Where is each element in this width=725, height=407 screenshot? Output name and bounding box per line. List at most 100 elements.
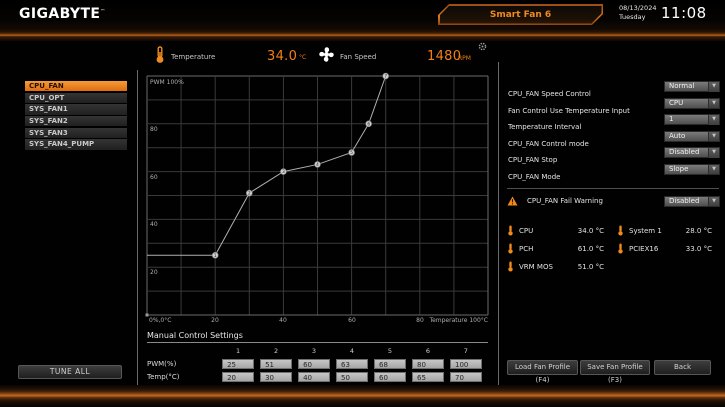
temp-label: PCIEX16: [629, 245, 658, 253]
save-fan-profile-button[interactable]: Save Fan Profile (F3): [580, 360, 650, 375]
fan-settings-panel: CPU_FAN Speed Control Normal ▼ Fan Contr…: [508, 81, 720, 181]
warning-icon: [507, 196, 518, 206]
temp-label: System 1: [629, 227, 662, 235]
temp-readout-pciex16: PCIEX16 33.0 °C: [617, 243, 712, 254]
chevron-down-icon[interactable]: ▼: [708, 165, 719, 175]
temp-cell-5[interactable]: 60: [374, 372, 406, 382]
setting-temp-interval: Temperature Interval 1 ▼: [508, 114, 720, 125]
sidebar-item-sys-fan3[interactable]: SYS_FAN3: [25, 128, 127, 138]
y-tick-20: 20: [150, 269, 158, 276]
column-header-4: 4: [336, 347, 368, 355]
temp-row-label: Temp(°C): [147, 373, 222, 381]
setting-fail-warning: CPU_FAN Fail Warning Disabled ▼: [507, 195, 720, 207]
pwm-row: PWM(%) 25 51 60 63 68 80 100: [147, 359, 488, 369]
panel-divider: [498, 62, 499, 385]
manual-control-settings: Manual Control Settings 1 2 3 4 5 6 7 PW…: [147, 331, 488, 382]
fail-warning-label: CPU_FAN Fail Warning: [527, 195, 603, 207]
temp-readout-system1: System 1 28.0 °C: [617, 225, 712, 236]
chevron-down-icon[interactable]: ▼: [708, 148, 719, 158]
svg-text:6: 6: [367, 121, 370, 126]
temp-row: Temp(°C) 20 30 40 50 60 65 70: [147, 372, 488, 382]
chevron-down-icon[interactable]: ▼: [708, 132, 719, 142]
thermometer-icon: [507, 243, 514, 254]
temp-readout-cpu: CPU 34.0 °C: [507, 225, 604, 236]
temp-cell-4[interactable]: 50: [336, 372, 368, 382]
clock: 11:08: [661, 4, 707, 22]
setting-label: CPU_FAN Mode: [508, 173, 560, 181]
setting-fan-stop: CPU_FAN Stop Disabled ▼: [508, 147, 720, 158]
svg-text:3: 3: [282, 169, 285, 174]
header-glow-divider: [0, 28, 725, 41]
chevron-down-icon[interactable]: ▼: [708, 82, 719, 92]
pwm-cell-4[interactable]: 63: [336, 359, 368, 369]
svg-text:7: 7: [384, 74, 387, 79]
date-value: 08/13/2024: [619, 4, 656, 13]
date-display: 08/13/2024 Tuesday: [619, 4, 656, 22]
chevron-down-icon[interactable]: ▼: [708, 115, 719, 125]
fan-icon: [318, 46, 335, 63]
sidebar-item-cpu-opt[interactable]: CPU_OPT: [25, 93, 127, 103]
x-tick-60: 60: [342, 317, 362, 324]
pwm-cell-6[interactable]: 80: [412, 359, 444, 369]
load-fan-profile-button[interactable]: Load Fan Profile (F4): [507, 360, 578, 375]
manual-settings-title: Manual Control Settings: [147, 331, 488, 343]
smart-fan-6-screen: GIGABYTE™ Smart Fan 6 08/13/2024 Tuesday…: [0, 0, 725, 407]
fail-warning-dropdown[interactable]: Disabled ▼: [664, 196, 720, 207]
sidebar-item-cpu-fan[interactable]: CPU_FAN: [25, 81, 127, 91]
temp-cell-6[interactable]: 65: [412, 372, 444, 382]
footer-glow-bar: [0, 385, 725, 407]
temp-cell-2[interactable]: 30: [260, 372, 292, 382]
logo-text: GIGABYTE: [19, 6, 100, 22]
chevron-down-icon[interactable]: ▼: [708, 197, 719, 207]
temp-label: CPU: [519, 227, 533, 235]
thermometer-icon: [617, 243, 624, 254]
chevron-down-icon[interactable]: ▼: [708, 99, 719, 109]
fan-mode-dropdown[interactable]: Slope ▼: [664, 164, 720, 175]
svg-text:2: 2: [248, 191, 251, 196]
temp-input-dropdown[interactable]: CPU ▼: [664, 98, 720, 109]
svg-text:4: 4: [316, 162, 319, 167]
temp-interval-dropdown[interactable]: 1 ▼: [664, 114, 720, 125]
svg-text:1: 1: [214, 253, 217, 258]
setting-temp-input: Fan Control Use Temperature Input CPU ▼: [508, 98, 720, 109]
gigabyte-logo: GIGABYTE™: [19, 6, 106, 22]
x-axis-right-label: Temperature 100°C: [398, 317, 488, 324]
fan-speed-unit: RPM: [458, 55, 471, 62]
pwm-cell-1[interactable]: 25: [222, 359, 254, 369]
column-header-3: 3: [298, 347, 330, 355]
temperature-unit: °C: [299, 54, 306, 61]
temp-label: PCH: [519, 245, 533, 253]
trademark-symbol: ™: [100, 8, 105, 14]
back-button[interactable]: Back: [654, 360, 711, 375]
sidebar-item-sys-fan4-pump[interactable]: SYS_FAN4_PUMP: [25, 139, 127, 149]
control-mode-dropdown[interactable]: Auto ▼: [664, 131, 720, 142]
temp-cell-3[interactable]: 40: [298, 372, 330, 382]
svg-text:5: 5: [350, 150, 353, 155]
temperature-label: Temperature: [171, 53, 215, 61]
temp-readout-row: PCH 61.0 °C PCIEX16 33.0 °C: [507, 243, 720, 254]
sidebar-item-sys-fan1[interactable]: SYS_FAN1: [25, 104, 127, 114]
tab-smart-fan-6-label: Smart Fan 6: [440, 6, 602, 24]
temp-cell-1[interactable]: 20: [222, 372, 254, 382]
fan-curve-chart[interactable]: 1 2 3 4 5 6 7: [147, 76, 488, 315]
column-header-1: 1: [222, 347, 254, 355]
column-header-7: 7: [450, 347, 482, 355]
setting-fan-mode: CPU_FAN Mode Slope ▼: [508, 164, 720, 175]
x-axis-origin-label: 0%,0°C: [149, 317, 171, 324]
gear-icon[interactable]: [478, 42, 487, 51]
speed-control-dropdown[interactable]: Normal ▼: [664, 81, 720, 92]
pwm-cell-2[interactable]: 51: [260, 359, 292, 369]
column-header-6: 6: [412, 347, 444, 355]
pwm-cell-7[interactable]: 100: [450, 359, 482, 369]
pwm-cell-3[interactable]: 60: [298, 359, 330, 369]
sidebar-item-sys-fan2[interactable]: SYS_FAN2: [25, 116, 127, 126]
thermometer-icon: [617, 225, 624, 236]
temp-cell-7[interactable]: 70: [450, 372, 482, 382]
pwm-cell-5[interactable]: 68: [374, 359, 406, 369]
column-header-2: 2: [260, 347, 292, 355]
fan-stop-dropdown[interactable]: Disabled ▼: [664, 147, 720, 158]
tab-smart-fan-6[interactable]: Smart Fan 6: [438, 4, 603, 25]
thermometer-icon: [154, 46, 166, 64]
tune-all-button[interactable]: TUNE ALL: [18, 365, 122, 379]
y-tick-40: 40: [150, 221, 158, 228]
